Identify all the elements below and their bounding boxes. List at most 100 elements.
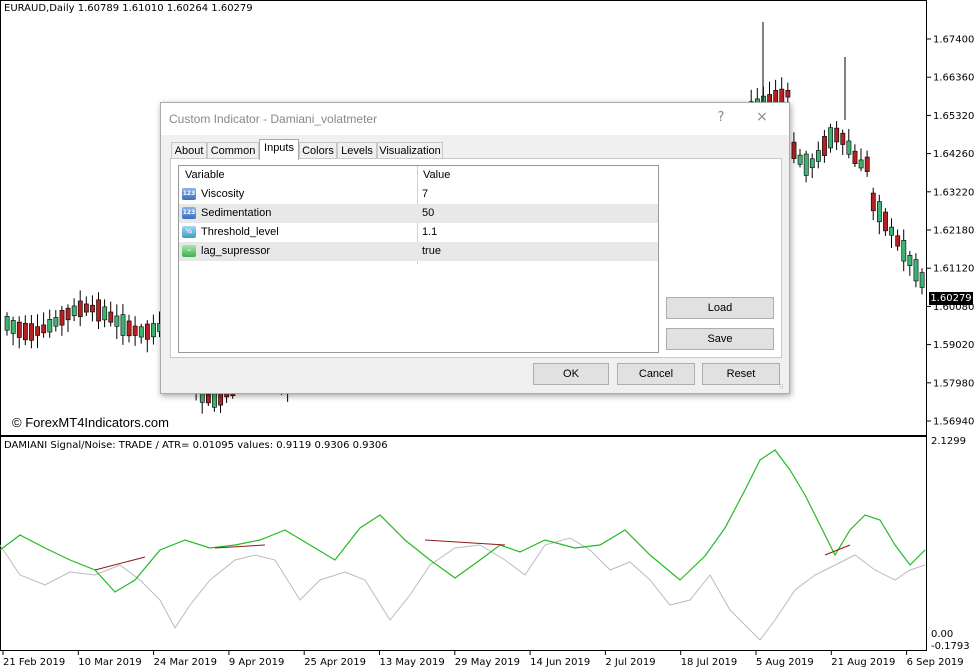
candle-body — [4, 316, 10, 331]
candle-body — [913, 259, 919, 282]
watermark: © ForexMT4Indicators.com — [12, 415, 169, 430]
date-tick-label: 25 Apr 2019 — [304, 657, 366, 668]
price-tick-label: 1.59020 — [933, 340, 974, 351]
date-tick-label: 18 Jul 2019 — [681, 657, 738, 668]
price-tick-label: 1.65320 — [933, 111, 974, 122]
date-tick-label: 21 Feb 2019 — [3, 657, 65, 668]
price-tick-label: 1.64260 — [933, 149, 974, 160]
candle-body — [126, 320, 132, 337]
table-row[interactable]: 123 Sedimentation 50 — [179, 204, 658, 223]
dialog-titlebar[interactable]: Custom Indicator - Damiani_volatmeter ? … — [161, 103, 789, 135]
candle-body — [815, 150, 821, 162]
tab-common[interactable]: Common — [207, 142, 259, 159]
date-tick-label: 29 May 2019 — [455, 657, 520, 668]
candle-body — [47, 319, 53, 333]
inputs-panel: Variable Value 123 Viscosity 7 123 Sedim… — [170, 158, 782, 358]
candle-body — [71, 305, 77, 317]
threshold-segment — [424, 539, 506, 546]
cancel-button[interactable]: Cancel — [617, 363, 695, 385]
candle-body — [895, 235, 901, 247]
close-button[interactable]: × — [753, 109, 771, 127]
column-header-value[interactable]: Value — [423, 166, 450, 184]
price-axis: 1.67400 1.66360 1.65320 1.64260 1.63220 1.621… — [927, 35, 974, 428]
candle-body — [907, 254, 913, 266]
noise-line — [0, 537, 926, 641]
variable-name: lag_supressor — [201, 245, 271, 257]
tab-colors[interactable]: Colors — [299, 142, 337, 159]
candle-body — [59, 310, 65, 326]
reset-button[interactable]: Reset — [702, 363, 780, 385]
price-tick-label: 1.56940 — [933, 417, 974, 428]
indicator-tick-label: -0.1793 — [931, 641, 970, 652]
candle-body — [96, 299, 101, 322]
candle-body — [919, 272, 925, 288]
custom-indicator-dialog[interactable]: Custom Indicator - Damiani_volatmeter ? … — [160, 102, 790, 394]
help-button[interactable]: ? — [713, 110, 729, 128]
tab-inputs[interactable]: Inputs — [259, 139, 299, 160]
inputs-table[interactable]: Variable Value 123 Viscosity 7 123 Sedim… — [178, 165, 659, 353]
indicator-pane-frame — [0, 436, 927, 651]
candle-body — [29, 323, 34, 341]
table-row[interactable]: ~ lag_supressor true — [179, 242, 658, 261]
double-type-icon: ½ — [182, 226, 196, 238]
variable-name: Sedimentation — [201, 207, 272, 219]
tab-about[interactable]: About — [171, 142, 207, 159]
table-row[interactable]: 123 Viscosity 7 — [179, 185, 658, 204]
candle-body — [41, 324, 47, 334]
load-button[interactable]: Load — [666, 297, 774, 319]
candle-body — [791, 141, 797, 159]
variable-value[interactable]: 50 — [422, 204, 434, 223]
indicator-tick-label: 2.1299 — [931, 436, 966, 447]
variable-value[interactable]: 7 — [422, 185, 428, 204]
indicator-axis: 2.1299 0.00-0.1793 — [931, 436, 970, 652]
candle-body — [22, 322, 28, 341]
current-price-tag: 1.60279 — [929, 292, 973, 305]
candle-body — [828, 127, 833, 149]
variable-value[interactable]: true — [422, 242, 441, 261]
candle-body — [889, 226, 894, 236]
tab-visualization[interactable]: Visualization — [377, 142, 443, 159]
bool-type-icon: ~ — [182, 245, 196, 257]
int-type-icon: 123 — [182, 188, 196, 200]
candle-body — [870, 192, 876, 212]
price-tick-label: 1.66360 — [933, 73, 974, 84]
candle-body — [206, 393, 211, 404]
resize-grip-icon[interactable]: ⁝⁝ — [779, 383, 787, 391]
candle-body — [108, 311, 114, 323]
table-row[interactable]: ½ Threshold_level 1.1 — [179, 223, 658, 242]
variable-value[interactable]: 1.1 — [422, 223, 437, 242]
candle-body — [16, 321, 22, 338]
candle-body — [822, 136, 827, 156]
ok-button[interactable]: OK — [533, 363, 609, 385]
candle-body — [797, 154, 803, 165]
indicator-tick-label: 0.00 — [931, 629, 953, 640]
candle-body — [809, 158, 815, 169]
int-type-icon: 123 — [182, 207, 196, 219]
candle-body — [35, 326, 40, 336]
candle-body — [132, 325, 138, 336]
date-tick-label: 24 Mar 2019 — [154, 657, 217, 668]
candle-body — [84, 303, 89, 313]
column-header-variable[interactable]: Variable — [185, 166, 225, 184]
date-tick-label: 10 Mar 2019 — [78, 657, 141, 668]
save-button[interactable]: Save — [666, 328, 774, 350]
candle-body — [864, 156, 870, 172]
date-axis: 21 Feb 2019 10 Mar 2019 24 Mar 2019 9 Apr 2… — [2, 651, 964, 668]
tab-levels[interactable]: Levels — [337, 142, 377, 159]
candle-body — [102, 306, 108, 321]
candle-body — [840, 132, 846, 145]
date-tick-label: 2 Jul 2019 — [605, 657, 655, 668]
candle-body — [876, 201, 882, 223]
candle-body — [785, 89, 791, 98]
candle-body — [90, 304, 95, 313]
candle-body — [858, 159, 864, 169]
indicator-lines-layer — [0, 449, 926, 641]
candle-body — [145, 323, 150, 340]
candle-body — [852, 150, 858, 164]
candle-body — [212, 392, 217, 408]
indicator-label: DAMIANI Signal/Noise: TRADE / ATR= 0.010… — [4, 440, 388, 451]
variable-name: Viscosity — [201, 188, 245, 200]
candle-body — [151, 323, 156, 338]
price-tick-label: 1.63220 — [933, 187, 974, 198]
candle-body — [53, 317, 59, 327]
